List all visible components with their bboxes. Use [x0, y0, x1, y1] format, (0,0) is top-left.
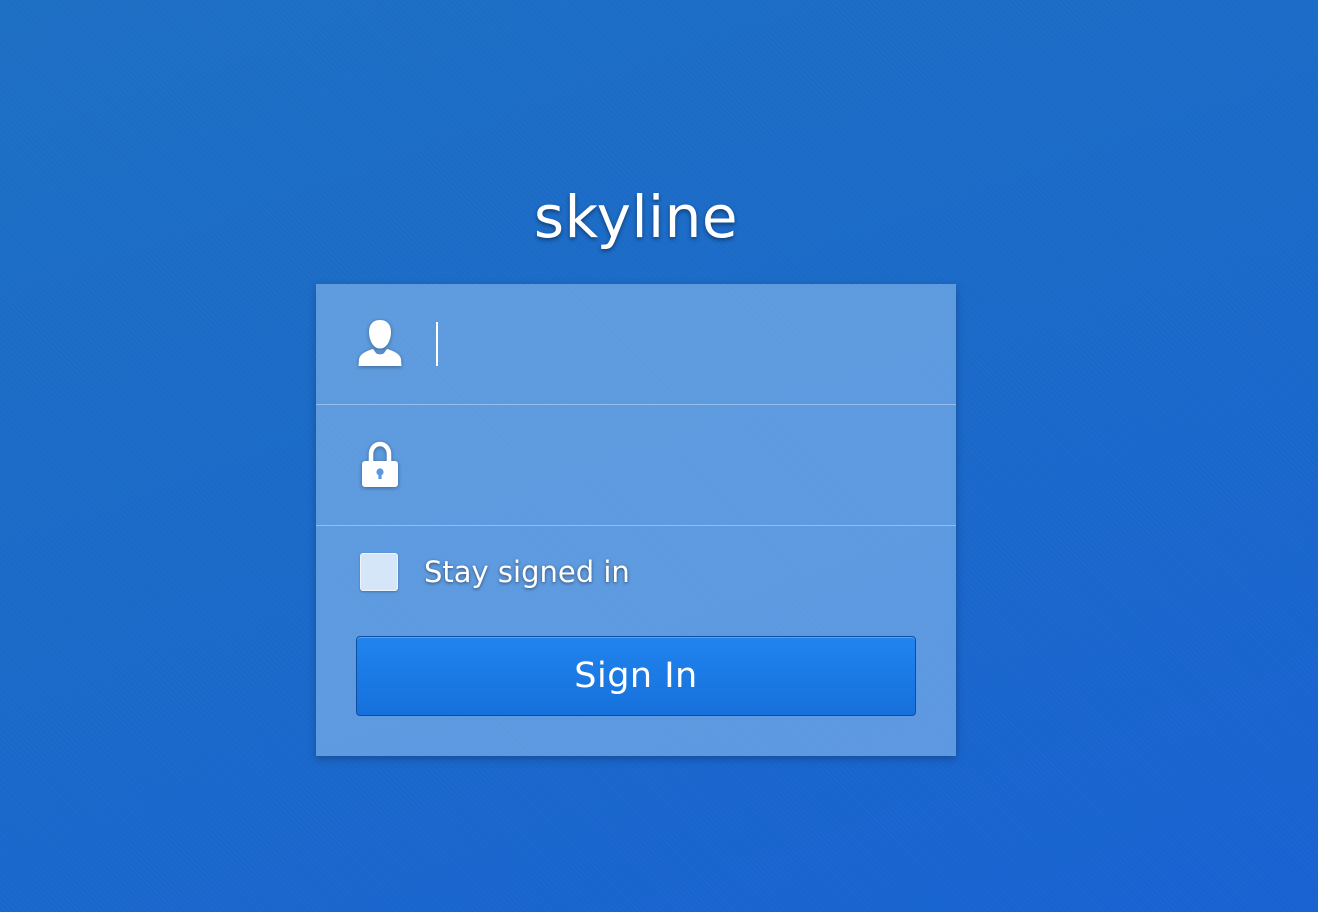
stay-signed-in-checkbox[interactable] — [360, 553, 398, 591]
username-row — [316, 284, 956, 405]
brand-title: skyline — [533, 183, 739, 251]
login-panel: Stay signed in Sign In — [316, 284, 956, 756]
password-input[interactable] — [434, 439, 922, 491]
username-input[interactable] — [434, 318, 922, 370]
stay-signed-in-label: Stay signed in — [424, 555, 630, 589]
user-icon — [356, 318, 404, 370]
lock-icon — [356, 439, 404, 491]
password-row — [316, 405, 956, 526]
text-caret — [436, 322, 438, 366]
sign-in-button[interactable]: Sign In — [356, 636, 916, 716]
stay-signed-in-option[interactable]: Stay signed in — [360, 552, 630, 592]
